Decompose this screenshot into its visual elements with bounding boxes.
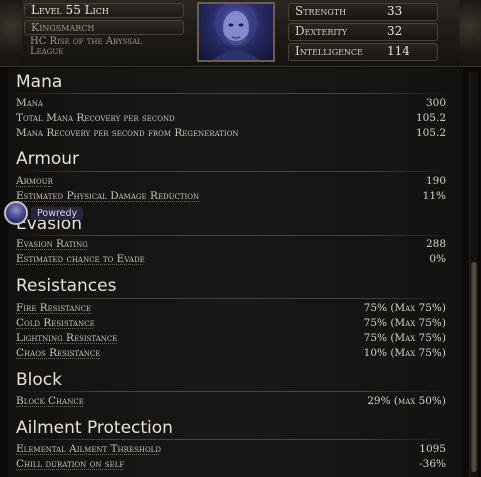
section-divider — [12, 171, 452, 172]
section-divider — [12, 93, 452, 94]
character-level: Level 55 Lich — [24, 3, 184, 18]
character-header: Level 55 Lich Kingsmarch HC Rise of the … — [0, 0, 481, 67]
section-divider — [12, 439, 452, 440]
league-name: Kingsmarch — [24, 20, 184, 35]
stat-row-total-mana-recovery[interactable]: Total Mana Recovery per second 105.2 — [16, 110, 446, 125]
stat-value: 10% (Max 75%) — [363, 346, 446, 359]
stat-label: Chill duration on self — [16, 457, 125, 470]
attribute-value: 33 — [387, 4, 403, 18]
stat-row-chill-duration[interactable]: Chill duration on self -36% — [16, 456, 446, 471]
section-title-resistances: Resistances — [16, 276, 117, 296]
header-ornament-right — [459, 0, 481, 66]
party-member-chip[interactable]: Powredy — [4, 200, 84, 226]
section-divider — [12, 298, 452, 299]
stat-label: Lightning Resistance — [16, 331, 118, 344]
attribute-label: Intelligence — [295, 44, 363, 58]
stat-value: 288 — [425, 237, 446, 250]
stat-row-cold-resistance[interactable]: Cold Resistance 75% (Max 75%) — [16, 315, 446, 330]
stat-label: Block Chance — [16, 394, 84, 407]
scrollbar-thumb[interactable] — [471, 262, 477, 472]
attributes-panel: Strength 33 Dexterity 32 Intelligence 11… — [288, 3, 438, 63]
stat-label: Total Mana Recovery per second — [16, 111, 175, 124]
stat-row-mana[interactable]: Mana 300 — [16, 95, 446, 110]
stat-value: 75% (Max 75%) — [363, 316, 446, 329]
section-divider — [12, 391, 452, 392]
stat-value: 29% (max 50%) — [367, 394, 446, 407]
attribute-strength[interactable]: Strength 33 — [288, 3, 438, 21]
stat-value: 190 — [425, 174, 446, 187]
stat-value: 75% (Max 75%) — [363, 331, 446, 344]
stat-label: Evasion Rating — [16, 237, 88, 250]
section-title-block: Block — [16, 370, 62, 390]
stat-row-lightning-resistance[interactable]: Lightning Resistance 75% (Max 75%) — [16, 330, 446, 345]
stat-row-evasion-rating[interactable]: Evasion Rating 288 — [16, 236, 446, 251]
header-ornament-left — [0, 0, 22, 66]
stat-label: Cold Resistance — [16, 316, 95, 329]
stat-row-evade-chance[interactable]: Estimated chance to Evade 0% — [16, 251, 446, 266]
stat-label: Chaos Resistance — [16, 346, 101, 359]
character-info: Level 55 Lich Kingsmarch HC Rise of the … — [24, 3, 184, 59]
stat-label: Mana Recovery per second from Regenerati… — [16, 126, 239, 139]
stat-row-chaos-resistance[interactable]: Chaos Resistance 10% (Max 75%) — [16, 345, 446, 360]
character-portrait — [197, 2, 275, 62]
attribute-value: 114 — [387, 44, 410, 58]
section-title-mana: Mana — [16, 72, 63, 92]
attribute-label: Strength — [295, 4, 347, 18]
attribute-dexterity[interactable]: Dexterity 32 — [288, 23, 438, 41]
stat-value: -36% — [419, 457, 446, 470]
stat-label: Elemental Ailment Threshold — [16, 442, 161, 455]
stat-label: Mana — [16, 96, 43, 109]
stat-value: 0% — [429, 252, 446, 265]
party-member-name: Powredy — [31, 206, 84, 220]
stat-label: Fire Resistance — [16, 301, 92, 314]
attribute-label: Dexterity — [295, 24, 348, 38]
section-title-armour: Armour — [16, 149, 80, 169]
attribute-value: 32 — [387, 24, 403, 38]
stat-row-mana-regeneration[interactable]: Mana Recovery per second from Regenerati… — [16, 125, 446, 140]
stat-row-block-chance[interactable]: Block Chance 29% (max 50%) — [16, 393, 446, 408]
stat-row-fire-resistance[interactable]: Fire Resistance 75% (Max 75%) — [16, 300, 446, 315]
stat-value: 105.2 — [415, 126, 446, 139]
section-title-ailment-protection: Ailment Protection — [16, 418, 173, 438]
stat-value: 1095 — [419, 442, 446, 455]
league-description-2: League — [30, 46, 64, 57]
stat-value: 11% — [422, 189, 446, 202]
attribute-intelligence[interactable]: Intelligence 114 — [288, 43, 438, 61]
stat-value: 105.2 — [415, 111, 446, 124]
stat-row-ailment-threshold[interactable]: Elemental Ailment Threshold 1095 — [16, 441, 446, 456]
stat-value: 75% (Max 75%) — [363, 301, 446, 314]
stat-value: 300 — [425, 96, 446, 109]
stat-label: Estimated chance to Evade — [16, 252, 145, 265]
party-member-avatar[interactable] — [4, 201, 28, 225]
stats-scrollbar[interactable] — [469, 72, 478, 477]
stat-label: Armour — [16, 174, 53, 187]
stat-row-armour[interactable]: Armour 190 — [16, 173, 446, 188]
